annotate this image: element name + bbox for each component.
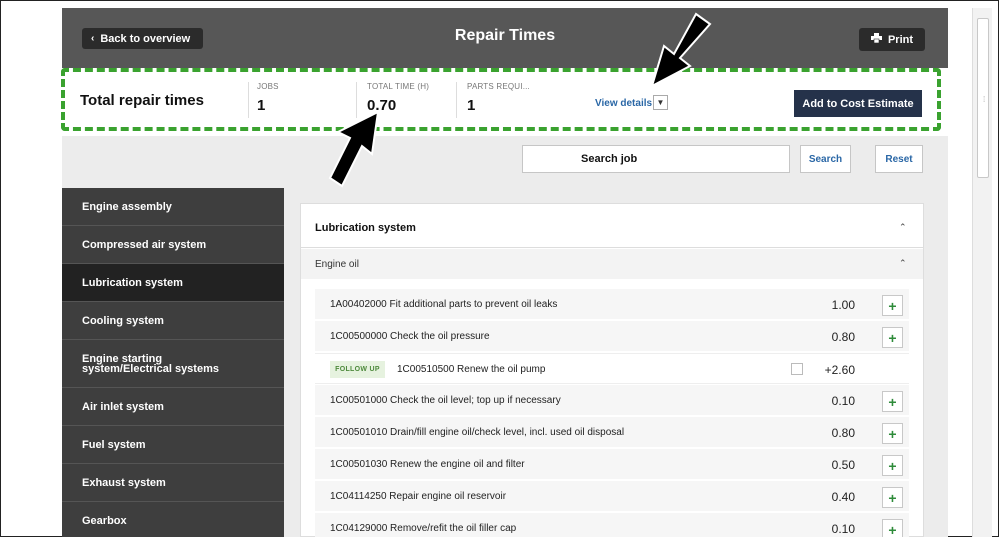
job-row: 1C04114250 Repair engine oil reservoir 0… (315, 481, 909, 512)
sidebar-item-label: Air inlet system (82, 400, 164, 413)
sidebar-item-fuel-system[interactable]: Fuel system (62, 426, 284, 464)
plus-icon[interactable]: + (882, 423, 903, 444)
sidebar-item-label: Cooling system (82, 314, 164, 327)
sidebar-item-label: Lubrication system (82, 276, 183, 289)
job-time: 0.50 (831, 458, 855, 472)
job-time: +2.60 (824, 363, 855, 377)
job-time: 1.00 (831, 298, 855, 312)
callout-arrow-down (650, 12, 712, 88)
job-time: 0.80 (831, 426, 855, 440)
job-row: 1C00500000 Check the oil pressure 0.80 + (315, 321, 909, 352)
job-time: 0.80 (831, 330, 855, 344)
callout-arrow-up (328, 110, 380, 188)
sidebar-item-label: Gearbox (82, 514, 127, 527)
vertical-scrollbar[interactable] (972, 8, 992, 537)
job-row: 1C00501030 Renew the engine oil and filt… (315, 449, 909, 480)
subsection-title: Engine oil (315, 259, 359, 270)
job-row: 1C00501000 Check the oil level; top up i… (315, 385, 909, 416)
page-title: Repair Times (454, 27, 556, 44)
top-header: ‹ Back to overview Repair Times Print (62, 8, 948, 68)
plus-icon[interactable]: + (882, 391, 903, 412)
job-description: 1C04114250 Repair engine oil reservoir (330, 491, 507, 502)
job-description: 1C00501030 Renew the engine oil and filt… (330, 459, 525, 470)
follow-up-job-row: FOLLOW UP 1C00510500 Renew the oil pump … (315, 353, 909, 384)
job-row: 1C00501010 Drain/fill engine oil/check l… (315, 417, 909, 448)
job-row: 1A00402000 Fit additional parts to preve… (315, 289, 909, 320)
job-row: 1C04129000 Remove/refit the oil filler c… (315, 513, 909, 537)
sidebar-item-compressed-air-system[interactable]: Compressed air system (62, 226, 284, 264)
job-description: 1A00402000 Fit additional parts to preve… (330, 299, 558, 310)
follow-up-checkbox[interactable] (791, 363, 803, 375)
job-description: 1C00501000 Check the oil level; top up i… (330, 395, 561, 406)
section-header[interactable]: Lubrication system ⌃ (301, 204, 923, 248)
search-button[interactable]: Search (800, 145, 851, 173)
job-time: 0.10 (831, 394, 855, 408)
sidebar-item-gearbox[interactable]: Gearbox (62, 502, 284, 537)
section-title: Lubrication system (315, 222, 416, 234)
print-button-label: Print (887, 33, 914, 46)
sidebar-item-lubrication-system[interactable]: Lubrication system (62, 264, 284, 302)
repair-jobs-panel: Lubrication system ⌃ Engine oil ⌃ 1A0040… (300, 203, 924, 537)
highlight-dashed-box (61, 68, 941, 131)
printer-icon (870, 33, 882, 46)
plus-icon[interactable]: + (882, 487, 903, 508)
reset-button[interactable]: Reset (875, 145, 923, 173)
search-job-input[interactable]: Search job (522, 145, 790, 173)
sidebar-item-engine-starting-system[interactable]: Engine starting system/Electrical system… (62, 340, 284, 388)
plus-icon[interactable]: + (882, 519, 903, 537)
job-time: 0.10 (831, 522, 855, 536)
sidebar-item-label: Exhaust system (82, 476, 166, 489)
job-time: 0.40 (831, 490, 855, 504)
plus-icon[interactable]: + (882, 327, 903, 348)
sidebar-item-cooling-system[interactable]: Cooling system (62, 302, 284, 340)
chevron-up-icon[interactable]: ⌃ (899, 222, 907, 233)
sidebar-item-label: Compressed air system (82, 238, 207, 251)
plus-icon[interactable]: + (882, 455, 903, 476)
chevron-up-icon[interactable]: ⌃ (899, 258, 907, 269)
sidebar-item-label: Fuel system (82, 438, 146, 451)
job-description: 1C00500000 Check the oil pressure (330, 331, 490, 342)
category-sidebar: Engine assembly Compressed air system Lu… (62, 188, 284, 537)
sidebar-item-exhaust-system[interactable]: Exhaust system (62, 464, 284, 502)
sidebar-item-label: Engine assembly (82, 200, 172, 213)
job-description: 1C04129000 Remove/refit the oil filler c… (330, 523, 517, 534)
plus-icon[interactable]: + (882, 295, 903, 316)
follow-up-badge: FOLLOW UP (330, 361, 385, 378)
subsection-header[interactable]: Engine oil ⌃ (301, 249, 923, 279)
sidebar-item-label: Engine starting system/Electrical system… (82, 352, 219, 375)
print-button[interactable]: Print (859, 28, 925, 51)
job-description: 1C00501010 Drain/fill engine oil/check l… (330, 427, 625, 438)
job-description: 1C00510500 Renew the oil pump (397, 364, 546, 375)
resize-grip-icon: ⁞ (983, 95, 986, 104)
sidebar-item-engine-assembly[interactable]: Engine assembly (62, 188, 284, 226)
sidebar-item-air-inlet-system[interactable]: Air inlet system (62, 388, 284, 426)
